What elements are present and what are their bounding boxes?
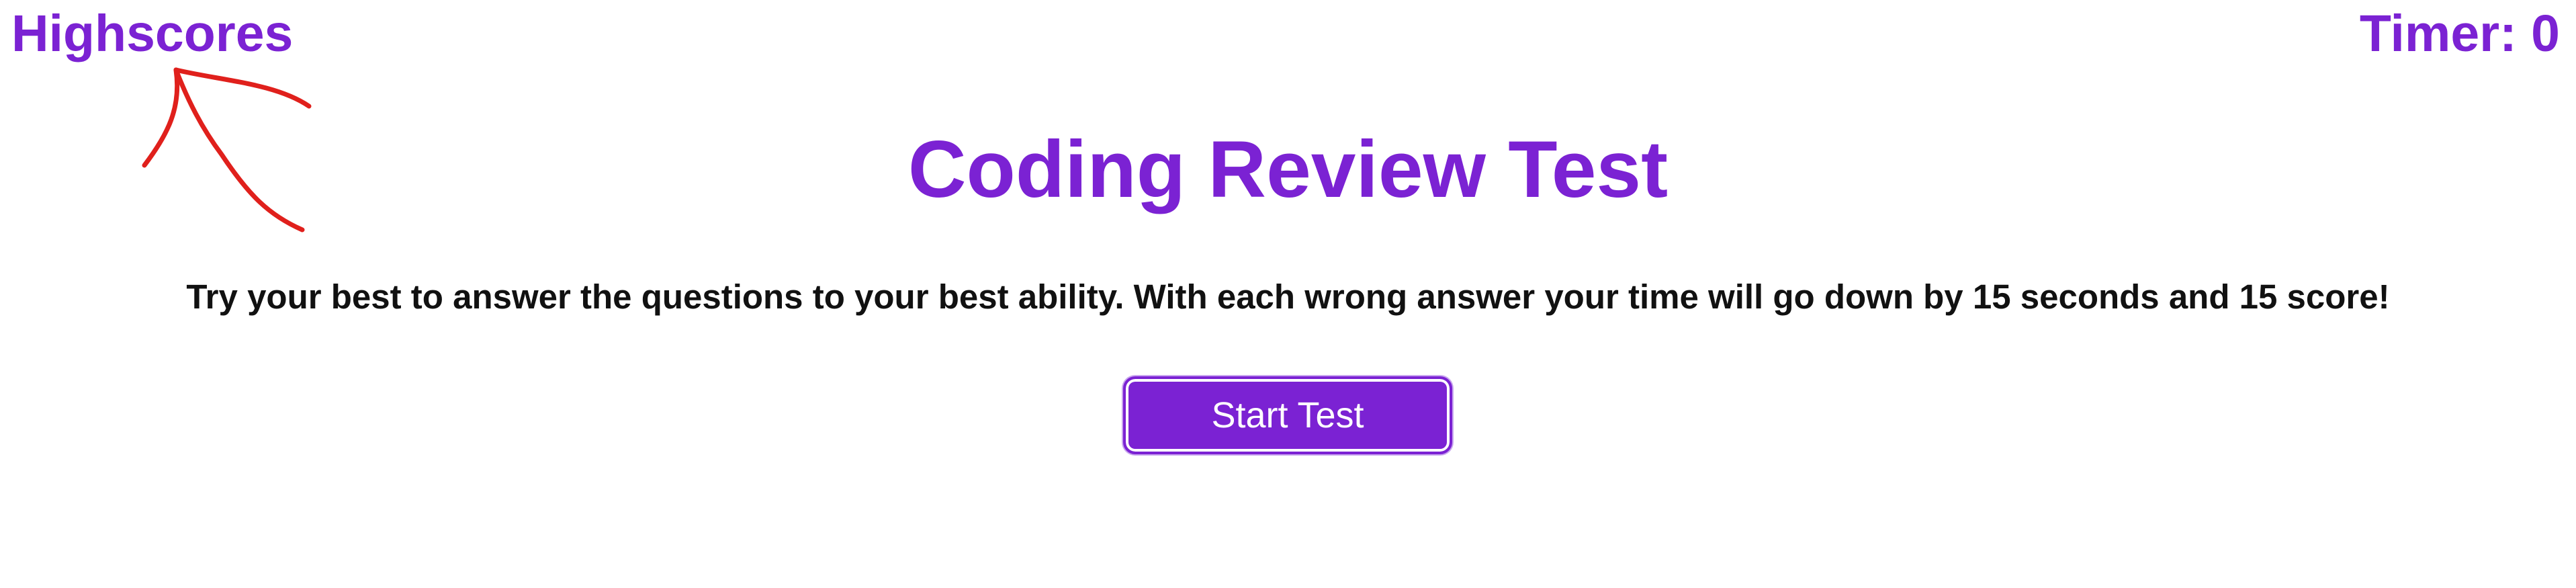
highscores-link[interactable]: Highscores xyxy=(11,1,293,66)
instructions-text: Try your best to answer the questions to… xyxy=(186,278,2390,316)
timer-display: Timer: 0 xyxy=(2359,5,2560,62)
page: Highscores Timer: 0 Coding Review Test T… xyxy=(0,0,2576,588)
start-test-button[interactable]: Start Test xyxy=(1123,376,1452,454)
page-title: Coding Review Test xyxy=(907,124,1669,214)
